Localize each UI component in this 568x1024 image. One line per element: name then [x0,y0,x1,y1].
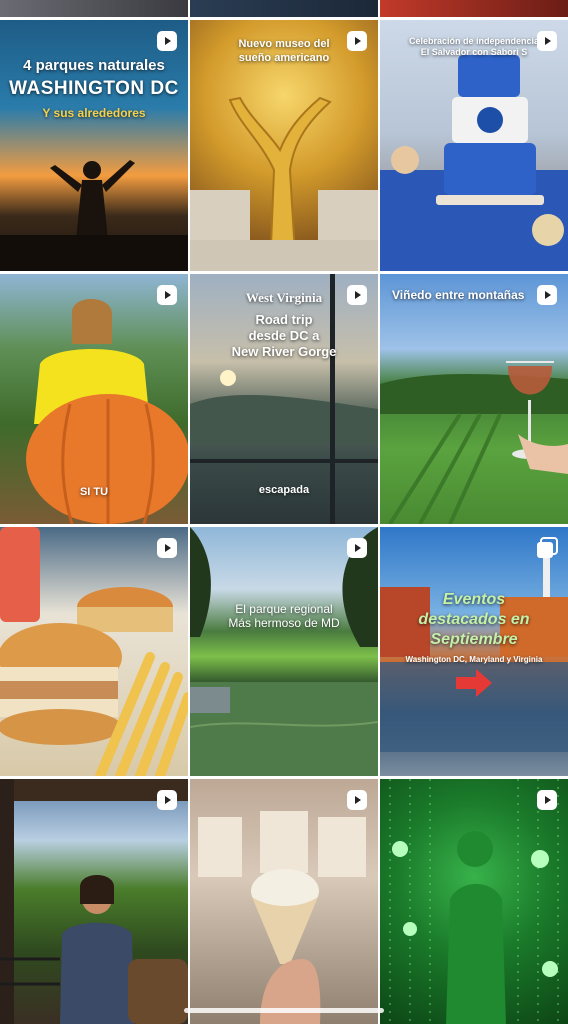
grid-tile-pumpkin[interactable]: SI TU [0,274,188,524]
monument-graphic [380,547,568,752]
tile-caption: SI TU [79,486,109,498]
tile-title-line: desde DC a [248,328,320,343]
reel-icon [346,284,368,306]
grid-tile-museo[interactable]: Nuevo museo del sueño americano [190,20,378,271]
grid-tile-green-lights[interactable] [380,779,568,1024]
reel-icon [346,30,368,52]
carousel-icon [536,537,558,559]
tile-title-line: 4 parques naturales [23,57,165,74]
grid-tile-top-partial-3[interactable] [380,0,568,17]
reel-icon [156,284,178,306]
reel-icon [536,789,558,811]
tile-title-line: Road trip [255,312,313,327]
tile-title-line: destacados en [418,611,530,628]
winery-graphic [0,779,188,1024]
cake-graphic [380,55,568,271]
burger-graphic [0,527,188,776]
reel-icon [536,30,558,52]
tile-subtitle-line: Y sus alrededores [42,106,146,120]
grid-tile-burger[interactable] [0,527,188,776]
tile-title-line: WASHINGTON DC [9,78,179,99]
grid-tile-top-partial-1[interactable] [0,0,188,17]
reel-icon [346,537,368,559]
grid-tile-vinedo[interactable]: Viñedo entre montañas [380,274,568,524]
grid-tile-west-virginia[interactable]: West Virginia Road trip desde DC a New R… [190,274,378,524]
grid-tile-dc-parks[interactable]: 4 parques naturales WASHINGTON DC Y sus … [0,20,188,271]
tile-caption: escapada [258,484,310,496]
lights-graphic [389,779,559,1024]
ice-cream-graphic [198,811,366,1024]
reel-icon [536,284,558,306]
reels-grid: 4 parques naturales WASHINGTON DC Y sus … [0,0,568,1024]
grid-tile-cake[interactable]: Celebración de independencia El Salvador… [380,20,568,271]
reel-icon [156,537,178,559]
lake-graphic [190,527,378,776]
home-indicator [184,1008,384,1013]
grid-tile-parque-md[interactable]: El parque regional Más hermoso de MD [190,527,378,776]
tile-title-line: Septiembre [430,631,518,648]
grid-tile-top-partial-2[interactable] [190,0,378,17]
grid-tile-winery-woman[interactable] [0,779,188,1024]
wine-glass-graphic [380,361,568,524]
reel-icon [156,789,178,811]
tile-title-line: sueño americano [238,52,330,64]
tile-title-line: Eventos [442,591,506,608]
reel-icon [346,789,368,811]
tile-title-line: Más hermoso de MD [228,616,340,630]
grid-tile-eventos[interactable]: Eventos destacados en Septiembre Washing… [380,527,568,776]
tile-title-line: El parque regional [235,602,333,616]
tile-subtitle-line: Washington DC, Maryland y Virginia [405,655,543,664]
reel-icon [156,30,178,52]
grid-tile-ice-cream[interactable] [190,779,378,1024]
tile-title-line: New River Gorge [231,344,337,359]
